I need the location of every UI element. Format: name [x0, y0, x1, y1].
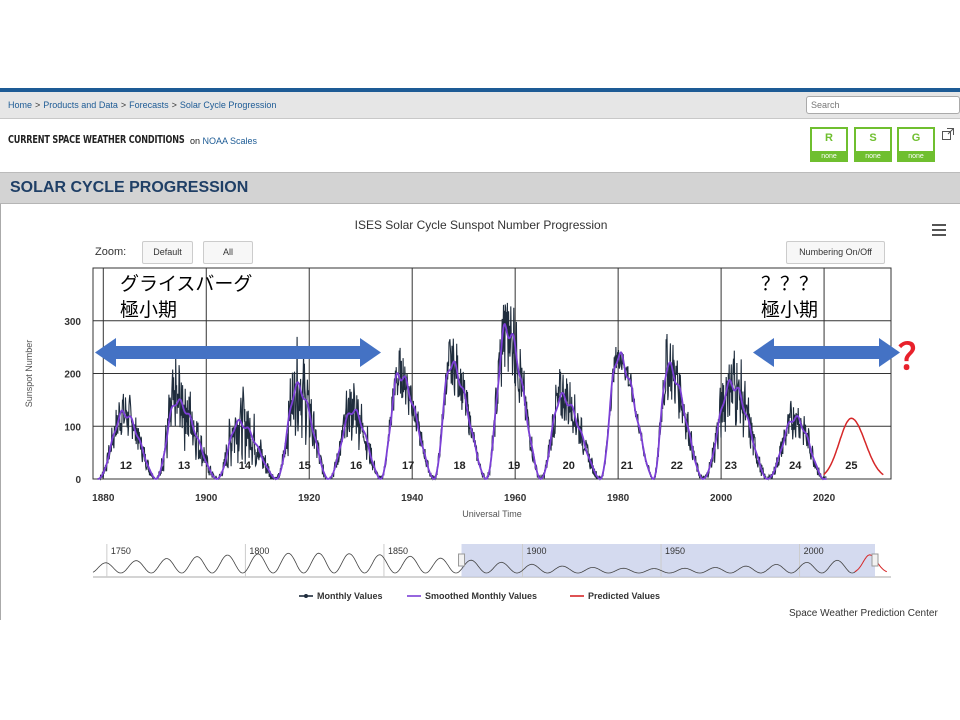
annotation-left-line2: 極小期: [120, 300, 178, 321]
annotation-left: グライスバーグ 極小期: [120, 272, 252, 324]
legend-label: Smoothed Monthly Values: [425, 591, 537, 601]
sunspot-chart: 01002003001880 1900 1920 1940 1960 1980 2000 20…: [24, 267, 892, 601]
conditions-on-label: on NOAA Scales: [190, 136, 258, 146]
scale-g-badge[interactable]: G none: [897, 127, 935, 162]
breadcrumb-home[interactable]: Home: [8, 100, 32, 110]
annotation-left-line1: グライスバーグ: [120, 274, 253, 295]
cycle-number-label: 21: [621, 460, 633, 472]
annotation-right: ？？？ 極小期: [761, 272, 818, 324]
annotation-question-mark: ？: [898, 336, 935, 377]
x-tick-label: 2020: [813, 493, 836, 504]
y-axis-title: Sunspot Number: [24, 340, 34, 408]
legend-label: Predicted Values: [588, 591, 660, 601]
popout-icon[interactable]: [942, 128, 954, 140]
x-tick-label: 2000: [710, 493, 733, 504]
search-input[interactable]: Search: [806, 96, 960, 114]
breadcrumb-forecasts[interactable]: Forecasts: [129, 100, 169, 110]
monthly-values-series: [97, 302, 827, 481]
cycle-number-label: 24: [789, 460, 802, 472]
breadcrumb: Home > Products and Data > Forecasts > Solar C…: [8, 100, 277, 110]
nav-bar: Home > Products and Data > Forecasts > Solar C…: [0, 92, 960, 119]
x-tick-label: 1900: [195, 493, 218, 504]
scale-r-status: none: [810, 151, 848, 162]
footer-credit: Space Weather Prediction Center: [789, 608, 938, 619]
cycle-number-label: 12: [120, 460, 132, 472]
y-tick-label: 300: [64, 317, 81, 328]
cycle-number-label: 23: [725, 460, 737, 472]
navigator-right-handle: [871, 553, 879, 567]
scale-g-letter: G: [911, 132, 921, 144]
cycle-number-label: 16: [350, 460, 362, 472]
cycle-number-label: 22: [671, 460, 683, 472]
navigator-tick-label: 2000: [804, 546, 824, 556]
scale-r-letter: R: [825, 132, 833, 144]
section-header: SOLAR CYCLE PROGRESSION: [0, 173, 960, 204]
cycle-number-label: 15: [298, 460, 310, 472]
navigator-tick-label: 1950: [665, 546, 685, 556]
cycle-number-label: 19: [508, 460, 520, 472]
cycle-number-label: 13: [178, 460, 190, 472]
scale-s-status: none: [854, 151, 892, 162]
x-tick-label: 1880: [92, 493, 115, 504]
x-tick-label: 1980: [607, 493, 630, 504]
scale-r-badge[interactable]: R none: [810, 127, 848, 162]
scale-s-letter: S: [869, 132, 877, 144]
legend-marker: [304, 594, 308, 598]
scale-g-status: none: [897, 151, 935, 162]
conditions-title: CURRENT SPACE WEATHER CONDITIONS: [8, 133, 185, 146]
breadcrumb-products[interactable]: Products and Data: [43, 100, 118, 110]
y-tick-label: 200: [64, 370, 81, 381]
annotation-right-line2: 極小期: [761, 300, 819, 321]
cycle-number-label: 17: [402, 460, 414, 472]
navigator-tick-label: 1900: [526, 546, 546, 556]
x-tick-label: 1940: [401, 493, 424, 504]
y-tick-label: 100: [64, 422, 81, 433]
breadcrumb-current[interactable]: Solar Cycle Progression: [180, 100, 277, 110]
x-tick-label: 1960: [504, 493, 527, 504]
cycle-number-label: 14: [239, 460, 252, 472]
noaa-scales-link[interactable]: NOAA Scales: [203, 136, 258, 146]
chart-panel: ISES Solar Cycle Sunspot Number Progress…: [0, 204, 960, 620]
cycle-number-label: 25: [845, 460, 857, 472]
y-tick-label: 0: [75, 475, 81, 486]
scale-s-badge[interactable]: S none: [854, 127, 892, 162]
cycle-number-label: 20: [563, 460, 575, 472]
navigator-tick-label: 1750: [111, 546, 131, 556]
x-tick-label: 1920: [298, 493, 321, 504]
conditions-bar: CURRENT SPACE WEATHER CONDITIONS on NOAA…: [0, 119, 960, 173]
navigator-tick-label: 1850: [388, 546, 408, 556]
legend-label: Monthly Values: [317, 591, 383, 601]
page-title: SOLAR CYCLE PROGRESSION: [10, 179, 249, 196]
navigator-left-handle: [458, 553, 466, 567]
x-axis-title: Universal Time: [462, 509, 522, 519]
annotation-right-line1: ？？？: [761, 274, 819, 295]
cycle-number-label: 18: [453, 460, 465, 472]
